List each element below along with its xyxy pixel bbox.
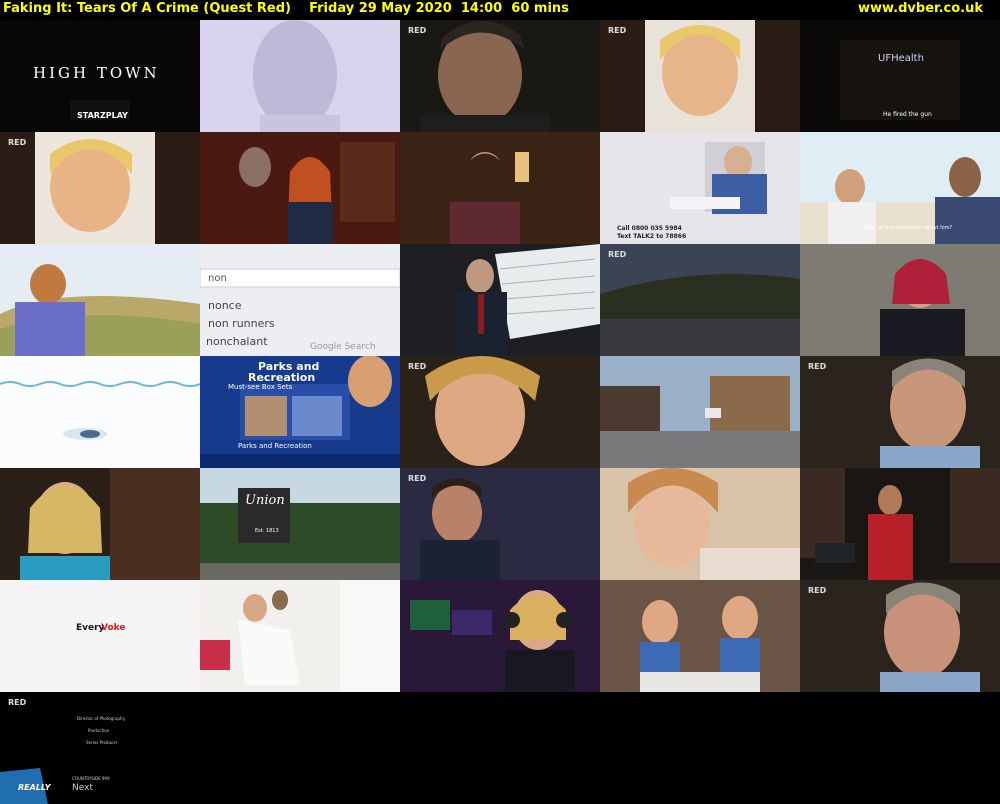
thumbnail-27[interactable] (200, 580, 400, 692)
subtitle-text: He fired the gun (883, 111, 932, 118)
promo-heading: Must-see Box Sets (228, 383, 293, 391)
thumbnail-31[interactable]: RED Director of Photography Production S… (0, 692, 200, 804)
thumbnail-19[interactable] (600, 356, 800, 468)
thumbnail-grid: HIGH TOWN STARZPLAY RED RED UFHealth He … (0, 20, 1000, 804)
thumbnail-24[interactable] (600, 468, 800, 580)
show-title-text: HIGH TOWN (33, 64, 160, 82)
end-credit-2: Production (88, 728, 110, 733)
channel-badge: RED (8, 698, 27, 707)
ufhealth-sign: UFHealth (878, 53, 924, 64)
thumbnail-29[interactable] (600, 580, 800, 692)
thumbnail-5[interactable]: UFHealth He fired the gun (800, 20, 1000, 132)
next-label: Next (72, 783, 93, 793)
union-sign-sub: Est. 1813 (255, 528, 279, 534)
helpline-text: Text TALK2 to 78866 (617, 233, 687, 240)
thumbnail-15[interactable] (800, 244, 1000, 356)
thumbnail-23[interactable]: RED (400, 468, 600, 580)
thumbnail-9[interactable]: Call 0800 035 5984 Text TALK2 to 78866 (600, 132, 800, 244)
programme-title: Faking It: Tears Of A Crime (Quest Red) … (3, 1, 569, 16)
channel-badge: RED (8, 138, 27, 147)
advert-text-2: Voke (101, 623, 126, 633)
search-brand: Google Search (310, 342, 376, 352)
thumbnail-13[interactable] (400, 244, 600, 356)
promo-subtitle: Parks and Recreation (238, 442, 312, 450)
site-link[interactable]: www.dvber.co.uk (858, 1, 983, 16)
thumbnail-16[interactable] (0, 356, 200, 468)
thumbnail-26[interactable]: Every Voke (0, 580, 200, 692)
channel-badge: RED (608, 250, 627, 259)
thumbnail-30[interactable]: RED (800, 580, 1000, 692)
thumbnail-17[interactable]: Parks and Recreation Must-see Box Sets P… (200, 356, 400, 468)
thumbnail-8[interactable] (400, 132, 600, 244)
channel-badge: RED (408, 362, 427, 371)
thumbnail-25[interactable] (800, 468, 1000, 580)
thumbnail-4[interactable]: RED (600, 20, 800, 132)
channel-badge: RED (408, 474, 427, 483)
thumbnail-7[interactable] (200, 132, 400, 244)
thumbnail-3[interactable]: RED (400, 20, 600, 132)
search-suggestion-3: nonchalant (206, 335, 268, 348)
search-query: non (208, 273, 227, 284)
channel-badge: RED (408, 26, 427, 35)
thumbnail-14[interactable]: RED (600, 244, 800, 356)
end-credit-1: Director of Photography (77, 716, 125, 721)
thumbnail-12[interactable]: non nonce non runners nonchalant Google … (200, 244, 400, 356)
thumbnail-28[interactable] (400, 580, 600, 692)
channel-badge: RED (808, 362, 827, 371)
thumbnail-2[interactable] (200, 20, 400, 132)
union-sign-text: Union (245, 493, 285, 508)
next-programme-label: COUNTRYSIDE 999 (72, 776, 110, 781)
thumbnail-11[interactable] (0, 244, 200, 356)
channel-badge: RED (808, 586, 827, 595)
thumbnail-10[interactable]: What do you remember about him? (800, 132, 1000, 244)
thumbnail-6[interactable]: RED (0, 132, 200, 244)
search-suggestion-1: nonce (208, 299, 242, 312)
really-logo: REALLY (18, 783, 51, 792)
subtitle-text: What do you remember about him? (863, 225, 953, 231)
thumbnail-22[interactable]: Union Est. 1813 (200, 468, 400, 580)
helpline-phone: Call 0800 035 5984 (617, 225, 682, 232)
thumbnail-20[interactable]: RED (800, 356, 1000, 468)
end-credit-3: Series Producer (86, 740, 118, 745)
starzplay-logo: STARZPLAY (77, 111, 128, 120)
channel-badge: RED (608, 26, 627, 35)
thumbnail-21[interactable] (0, 468, 200, 580)
header-bar: Faking It: Tears Of A Crime (Quest Red) … (0, 0, 1000, 20)
thumbnail-1[interactable]: HIGH TOWN STARZPLAY (0, 20, 200, 132)
search-suggestion-2: non runners (208, 317, 275, 330)
thumbnail-18[interactable]: RED (400, 356, 600, 468)
